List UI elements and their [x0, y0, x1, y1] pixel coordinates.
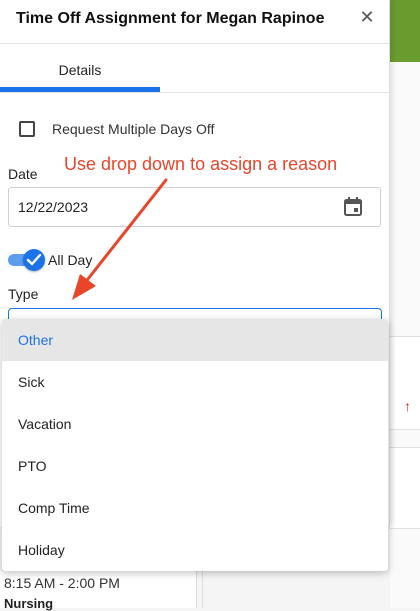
calendar-icon[interactable]	[343, 196, 363, 218]
checkmark-icon	[26, 253, 42, 266]
annotation-arrow-icon	[72, 178, 168, 300]
shift-department: Nursing	[4, 596, 54, 611]
type-dropdown-menu: Other Sick Vacation PTO Comp Time Holida…	[2, 319, 388, 571]
up-arrow-icon: ↑	[404, 398, 411, 414]
dropdown-option-pto[interactable]: PTO	[2, 445, 388, 487]
background-shift-card: 8:15 AM - 2:00 PM Nursing	[0, 571, 197, 611]
background-divider	[202, 571, 203, 608]
date-label: Date	[8, 166, 38, 182]
all-day-toggle[interactable]	[8, 249, 45, 271]
app-header-bar	[390, 0, 420, 62]
background-card	[390, 336, 420, 430]
divider	[0, 92, 389, 93]
tab-label: Details	[58, 62, 102, 78]
dropdown-option-holiday[interactable]: Holiday	[2, 529, 388, 571]
shift-time: 8:15 AM - 2:00 PM	[4, 575, 120, 591]
type-label: Type	[8, 286, 39, 302]
close-icon[interactable]: ✕	[358, 8, 376, 26]
annotation-text: Use drop down to assign a reason	[64, 154, 338, 174]
dropdown-option-vacation[interactable]: Vacation	[2, 403, 388, 445]
request-multiple-days-checkbox[interactable]	[19, 121, 35, 137]
modal-title: Time Off Assignment for Megan Rapinoe	[16, 10, 325, 27]
dropdown-option-comp-time[interactable]: Comp Time	[2, 487, 388, 529]
dropdown-option-other[interactable]: Other	[2, 319, 388, 361]
request-multiple-days-label[interactable]: Request Multiple Days Off	[52, 121, 214, 137]
divider	[0, 43, 389, 44]
dropdown-option-sick[interactable]: Sick	[2, 361, 388, 403]
toggle-knob	[23, 249, 45, 271]
background-card	[390, 447, 420, 529]
